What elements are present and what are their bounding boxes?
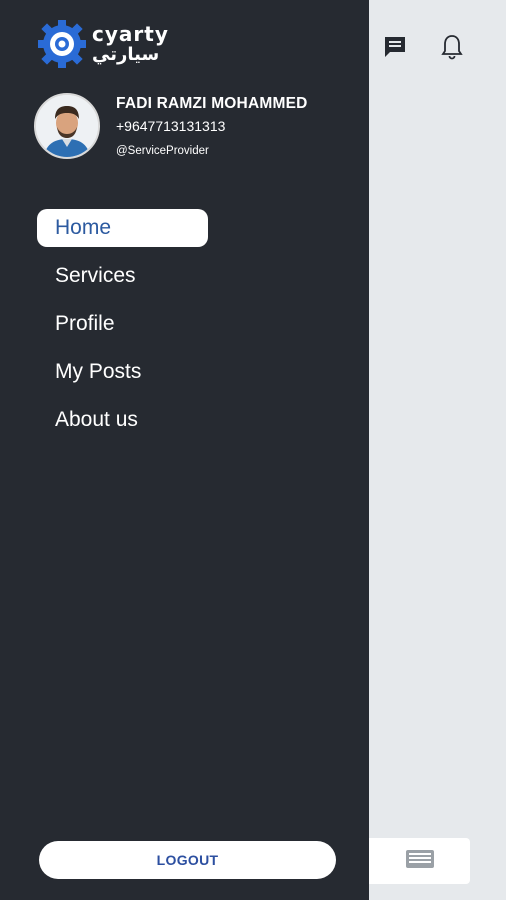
- user-phone: +9647713131313: [116, 118, 226, 134]
- menu-item-my-posts[interactable]: My Posts: [37, 353, 208, 391]
- logo-text-ar: سيارتي: [92, 44, 160, 65]
- menu-item-profile[interactable]: Profile: [37, 305, 208, 343]
- app-logo: cyarty سيارتي: [36, 18, 169, 70]
- chat-icon[interactable]: [380, 32, 410, 62]
- navigation-drawer: cyarty سيارتي FADI RAMZI MOHAMMED +96477…: [0, 0, 369, 900]
- bottom-nav-card[interactable]: [369, 838, 470, 884]
- bell-icon[interactable]: [437, 32, 467, 62]
- logo-text-en: cyarty: [92, 22, 169, 46]
- menu-item-about-us[interactable]: About us: [37, 401, 208, 439]
- list-icon[interactable]: [405, 848, 435, 874]
- avatar[interactable]: [34, 93, 100, 159]
- menu-item-home[interactable]: Home: [37, 209, 208, 247]
- user-name: FADI RAMZI MOHAMMED: [116, 95, 308, 112]
- gear-logo-icon: [36, 18, 88, 70]
- drawer-menu: Home Services Profile My Posts About us: [37, 209, 208, 449]
- main-content-area: [369, 0, 506, 900]
- logout-button[interactable]: LOGOUT: [39, 841, 336, 879]
- menu-item-services[interactable]: Services: [37, 257, 208, 295]
- user-role: @ServiceProvider: [116, 145, 209, 157]
